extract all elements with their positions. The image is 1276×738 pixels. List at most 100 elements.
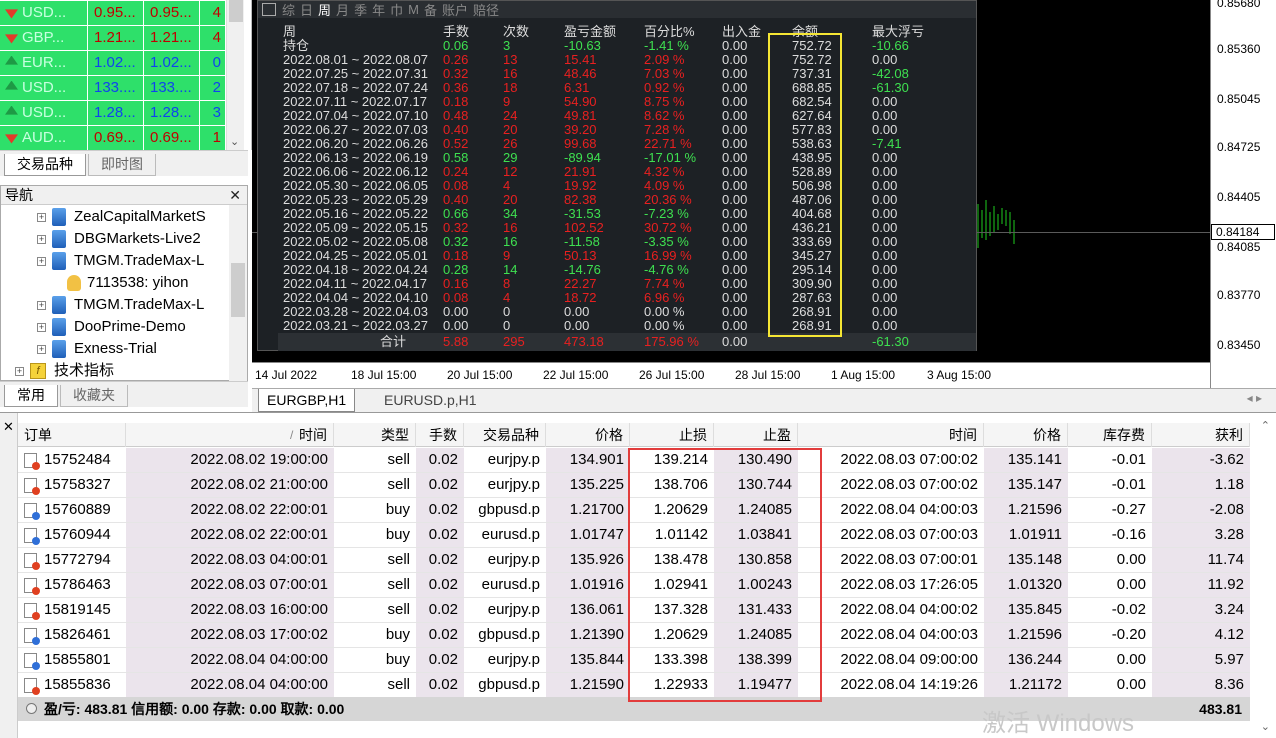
- close-icon[interactable]: ✕: [3, 419, 14, 435]
- order-cell-value: 2022.08.02 19:00:00: [190, 451, 328, 468]
- symbol-row[interactable]: GBP... 1.21... 1.21... 4: [0, 25, 226, 50]
- order-cell: -0.20: [1068, 623, 1152, 647]
- report-cell-pct: 7.74 %: [644, 276, 685, 291]
- report-period-button[interactable]: 综: [282, 0, 295, 19]
- tab-symbols[interactable]: 交易品种: [4, 154, 86, 176]
- symbol-label: USD...: [22, 78, 67, 96]
- report-period-button[interactable]: 月: [336, 0, 349, 19]
- nav-item[interactable]: + TMGM.TradeMax-L: [37, 250, 229, 272]
- orders-column-header[interactable]: 订单: [18, 423, 126, 447]
- order-cell: 2022.08.02 19:00:00: [126, 448, 334, 472]
- report-cell-max_float: 0.00: [872, 220, 898, 235]
- expand-icon[interactable]: +: [37, 256, 46, 266]
- symbol-row[interactable]: USD... 1.28... 1.28... 3: [0, 100, 226, 125]
- order-cell-value: 2022.08.03 17:00:02: [190, 626, 328, 643]
- market-watch-tabs: 交易品种 即时图: [0, 150, 248, 176]
- report-cell-pct: 4.09 %: [644, 178, 685, 193]
- chevron-down-icon[interactable]: ⌄: [1261, 720, 1270, 733]
- orders-column-header[interactable]: 交易品种: [464, 423, 546, 447]
- order-cell-value: 0.02: [428, 551, 458, 568]
- orders-column-header[interactable]: 库存费: [1068, 423, 1152, 447]
- tab-common[interactable]: 常用: [4, 385, 58, 407]
- report-period-button[interactable]: 账户: [442, 0, 468, 19]
- orders-column-header[interactable]: 价格: [546, 423, 630, 447]
- nav-item[interactable]: + DBGMarkets-Live2: [37, 228, 229, 250]
- orders-column-header[interactable]: 时间: [798, 423, 984, 447]
- report-cell-flow: 0.00: [722, 234, 748, 249]
- order-cell: buy: [334, 623, 416, 647]
- nav-item[interactable]: + ZealCapitalMarketS: [37, 206, 229, 228]
- symbol-row[interactable]: AUD... 0.69... 0.69... 1: [0, 125, 226, 150]
- nav-item[interactable]: + TMGM.TradeMax-L: [37, 294, 229, 316]
- report-cell-lots: 0.08: [443, 178, 469, 193]
- chevron-down-icon[interactable]: ⌄: [230, 135, 239, 148]
- order-cell-value: 0.02: [428, 476, 458, 493]
- report-cell-flow: 0.00: [722, 262, 748, 277]
- order-cell: 2022.08.03 07:00:02: [798, 448, 984, 472]
- nav-item[interactable]: + Exness-Trial: [37, 338, 229, 360]
- nav-item-label: 7113538: yihon: [87, 274, 189, 291]
- tab-favorites[interactable]: 收藏夹: [60, 385, 128, 407]
- scroll-thumb[interactable]: [229, 0, 243, 22]
- report-cell-flow: 0.00: [722, 290, 748, 305]
- orders-column-header[interactable]: 止损: [630, 423, 714, 447]
- order-cell: 2022.08.04 09:00:00: [798, 648, 984, 672]
- spread: 4: [200, 25, 226, 50]
- order-cell-value: 0.02: [428, 651, 458, 668]
- summary-text: 盈/亏: 483.81 信用额: 0.00 存款: 0.00 取款: 0.00: [44, 701, 345, 717]
- report-cell-flow: 0.00: [722, 192, 748, 207]
- report-period-button[interactable]: 年: [372, 0, 385, 19]
- order-cell: 2022.08.03 07:00:01: [798, 548, 984, 572]
- time-label: 26 Jul 15:00: [639, 368, 705, 382]
- calendar-icon[interactable]: [262, 3, 276, 16]
- expand-icon[interactable]: +: [37, 234, 46, 244]
- server-icon: [52, 252, 66, 271]
- order-cell-value: sell: [387, 451, 410, 468]
- report-cell-lots: 0.08: [443, 290, 469, 305]
- tab-eurusd-h1[interactable]: EURUSD.p,H1: [376, 389, 485, 412]
- close-icon[interactable]: ✕: [229, 186, 241, 204]
- report-cell-pnl: 21.91: [564, 164, 597, 179]
- orders-column-header[interactable]: 获利: [1152, 423, 1250, 447]
- symbol-row[interactable]: USD... 133.... 133.... 2: [0, 75, 226, 100]
- sell-order-icon: [24, 553, 40, 570]
- server-icon: [52, 318, 66, 337]
- tab-eurgbp-h1[interactable]: EURGBP,H1: [258, 389, 356, 412]
- expand-icon[interactable]: +: [37, 300, 46, 310]
- report-period-button[interactable]: 周: [318, 0, 331, 19]
- symbol-name: AUD...: [0, 125, 88, 150]
- tab-tick-chart[interactable]: 即时图: [88, 154, 156, 176]
- orders-column-header[interactable]: 价格: [984, 423, 1068, 447]
- order-cell-value: 2022.08.04 04:00:00: [190, 676, 328, 693]
- orders-column-header[interactable]: 时间: [126, 423, 334, 447]
- expand-icon[interactable]: +: [37, 344, 46, 354]
- nav-item[interactable]: + DooPrime-Demo: [37, 316, 229, 338]
- symbol-row[interactable]: EUR... 1.02... 1.02... 0: [0, 50, 226, 75]
- report-period-button[interactable]: 巾: [390, 0, 403, 19]
- report-period-button[interactable]: 赔径: [473, 0, 499, 19]
- symbol-row[interactable]: USD... 0.95... 0.95... 4: [0, 0, 226, 25]
- navigator-scrollbar[interactable]: [229, 205, 247, 381]
- report-period-button[interactable]: 日: [300, 0, 313, 19]
- scroll-thumb[interactable]: [231, 263, 245, 317]
- report-period-button[interactable]: M: [408, 2, 419, 17]
- orders-column-header[interactable]: 类型: [334, 423, 416, 447]
- orders-column-header[interactable]: 手数: [416, 423, 464, 447]
- expand-icon[interactable]: +: [37, 322, 46, 332]
- report-period-button[interactable]: 季: [354, 0, 367, 19]
- bid-price: 1.28...: [88, 100, 144, 125]
- order-cell: 2022.08.03 07:00:02: [798, 473, 984, 497]
- time-axis: 14 Jul 2022 18 Jul 15:00 20 Jul 15:00 22 Ju…: [252, 362, 1210, 388]
- chevron-up-icon[interactable]: ⌃: [1261, 419, 1270, 432]
- order-cell-value: -0.20: [1111, 626, 1146, 643]
- expand-icon[interactable]: +: [15, 366, 24, 376]
- market-watch-scrollbar[interactable]: ⌄: [226, 0, 244, 150]
- order-cell-value: 134.901: [569, 451, 624, 468]
- expand-icon[interactable]: +: [37, 212, 46, 222]
- report-period-button[interactable]: 备: [424, 0, 437, 19]
- nav-item[interactable]: 7113538: yihon: [67, 272, 229, 294]
- spread: 4: [200, 0, 226, 25]
- nav-item[interactable]: + f 技术指标: [15, 360, 229, 382]
- orders-column-header[interactable]: 止盈: [714, 423, 798, 447]
- tab-scroll-arrows-icon[interactable]: ◂ ▸: [1247, 391, 1262, 405]
